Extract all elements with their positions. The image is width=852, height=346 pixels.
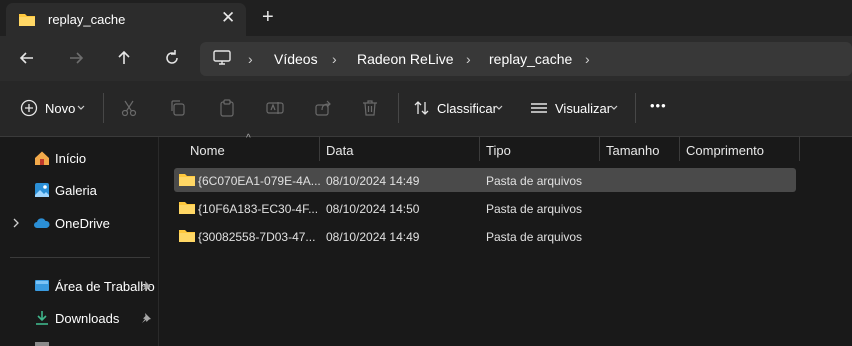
column-header-length[interactable]: Comprimento: [686, 143, 764, 158]
share-icon[interactable]: [314, 99, 332, 117]
delete-icon[interactable]: [361, 99, 379, 117]
divider: [103, 93, 104, 123]
file-type: Pasta de arquivos: [486, 230, 583, 244]
table-row[interactable]: {30082558-7D03-47... 08/10/2024 14:49 Pa…: [174, 224, 796, 248]
folder-icon: [179, 230, 195, 242]
back-arrow-icon[interactable]: [17, 48, 37, 68]
chevron-right-icon[interactable]: [12, 218, 20, 228]
divider: [10, 257, 150, 258]
file-type: Pasta de arquivos: [486, 202, 583, 216]
pin-icon[interactable]: [141, 280, 152, 292]
copy-icon[interactable]: [169, 99, 187, 117]
sidebar-item-label: Downloads: [55, 311, 120, 326]
new-tab-button[interactable]: +: [262, 6, 274, 28]
home-icon: [35, 151, 49, 165]
sidebar-item-label: Área de Trabalho: [55, 279, 155, 294]
pin-icon[interactable]: [141, 312, 152, 324]
new-button[interactable]: Novo: [45, 101, 75, 116]
column-divider[interactable]: [479, 137, 480, 161]
plus-circle-icon[interactable]: [20, 99, 38, 117]
title-bar: replay_cache ✕ +: [0, 0, 852, 36]
view-icon[interactable]: [530, 99, 548, 117]
column-header-name[interactable]: Nome: [190, 143, 225, 158]
download-icon: [36, 311, 48, 325]
sort-icon[interactable]: [413, 99, 431, 117]
file-name: {6C070EA1-079E-4A...: [198, 174, 321, 188]
chevron-down-icon: [77, 105, 85, 110]
column-divider[interactable]: [679, 137, 680, 161]
sidebar-item-desktop[interactable]: Área de Trabalho: [0, 272, 158, 300]
computer-icon: [213, 50, 231, 65]
file-name: {30082558-7D03-47...: [198, 230, 316, 244]
breadcrumb-separator: ›: [248, 51, 253, 67]
column-divider[interactable]: [599, 137, 600, 161]
cut-icon[interactable]: [120, 99, 138, 117]
column-divider[interactable]: [319, 137, 320, 161]
command-bar: Novo Classificar Visualizar •••: [0, 81, 852, 137]
sidebar-item-label: Galeria: [55, 183, 97, 198]
folder-icon: [179, 174, 195, 186]
column-header-date[interactable]: Data: [326, 143, 353, 158]
sidebar-item-home[interactable]: Início: [0, 144, 158, 172]
sidebar-item-onedrive[interactable]: OneDrive: [0, 209, 158, 237]
paste-icon[interactable]: [218, 99, 236, 117]
breadcrumb-separator: ›: [332, 51, 337, 67]
table-row[interactable]: {6C070EA1-079E-4A... 08/10/2024 14:49 Pa…: [174, 168, 796, 192]
navigation-pane: Início Galeria OneDrive Área de Trabalho: [0, 137, 159, 346]
close-tab-icon[interactable]: ✕: [221, 9, 235, 27]
forward-arrow-icon[interactable]: [66, 48, 86, 68]
tab-replay-cache[interactable]: replay_cache ✕: [6, 3, 246, 36]
file-date: 08/10/2024 14:49: [326, 174, 420, 188]
view-button[interactable]: Visualizar: [555, 101, 611, 116]
address-row: › Vídeos › Radeon ReLive › replay_cache …: [0, 36, 852, 81]
sidebar-item-label: Início: [55, 151, 87, 166]
file-date: 08/10/2024 14:49: [326, 230, 420, 244]
file-type: Pasta de arquivos: [486, 174, 583, 188]
more-options-icon[interactable]: •••: [650, 98, 667, 113]
sidebar-item-label: OneDrive: [55, 216, 110, 231]
folder-icon: [19, 14, 35, 26]
up-arrow-icon[interactable]: [114, 48, 134, 68]
breadcrumb-item-replay-cache[interactable]: replay_cache: [489, 51, 572, 67]
desktop-icon: [35, 280, 49, 291]
file-list: ^ Nome Data Tipo Tamanho Comprimento {6C…: [160, 133, 852, 346]
file-name: {10F6A183-EC30-4F...: [198, 202, 319, 216]
breadcrumb-item-radeon-relive[interactable]: Radeon ReLive: [357, 51, 454, 67]
breadcrumb[interactable]: › Vídeos › Radeon ReLive › replay_cache …: [200, 42, 852, 76]
chevron-down-icon: [610, 105, 618, 110]
cloud-icon: [34, 218, 50, 228]
sidebar-item-downloads[interactable]: Downloads: [0, 304, 158, 332]
breadcrumb-separator: ›: [585, 51, 590, 67]
refresh-icon[interactable]: [162, 48, 182, 68]
column-header-type[interactable]: Tipo: [486, 143, 511, 158]
column-header-size[interactable]: Tamanho: [606, 143, 659, 158]
sidebar-item-gallery[interactable]: Galeria: [0, 176, 158, 204]
sidebar-item-partial: [35, 342, 49, 346]
file-date: 08/10/2024 14:50: [326, 202, 420, 216]
sort-button[interactable]: Classificar: [437, 101, 497, 116]
folder-icon: [179, 202, 195, 214]
column-divider[interactable]: [799, 137, 800, 161]
gallery-icon: [35, 183, 49, 197]
rename-icon[interactable]: [266, 99, 284, 117]
breadcrumb-item-videos[interactable]: Vídeos: [274, 51, 318, 67]
breadcrumb-separator: ›: [466, 51, 471, 67]
divider: [398, 93, 399, 123]
sort-ascending-icon: ^: [246, 133, 251, 144]
divider: [635, 93, 636, 123]
tab-title: replay_cache: [48, 12, 126, 27]
table-row[interactable]: {10F6A183-EC30-4F... 08/10/2024 14:50 Pa…: [174, 196, 796, 220]
chevron-down-icon: [495, 105, 503, 110]
